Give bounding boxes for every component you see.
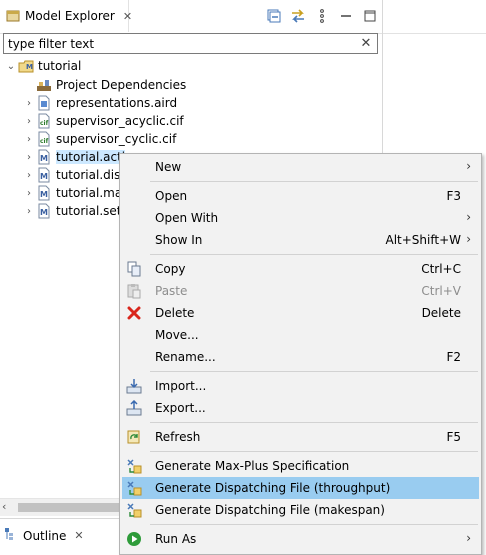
tree-item-label: tutorial [38, 59, 82, 73]
clear-filter-icon[interactable]: ✕ [358, 36, 374, 51]
menu-item-export[interactable]: Export... [122, 397, 479, 419]
menu-item-show-in[interactable]: Show In Alt+Shift+W › [122, 229, 479, 251]
generate-icon [126, 480, 142, 496]
model-file-icon: M [36, 167, 52, 183]
menu-item-copy[interactable]: Copy Ctrl+C [122, 258, 479, 280]
chevron-right-icon[interactable]: › [22, 206, 36, 217]
tree-item-representations[interactable]: › representations.aird [22, 94, 177, 112]
cif-file-icon: cif [36, 113, 52, 129]
model-explorer-view-header: Model Explorer ✕ [0, 0, 382, 34]
tree-item-tutorial-machine[interactable]: › M tutorial.mac [22, 184, 129, 202]
collapse-all-icon[interactable] [262, 8, 286, 24]
chevron-right-icon[interactable]: › [22, 116, 36, 127]
model-explorer-tab[interactable]: Model Explorer ✕ [0, 0, 132, 32]
export-icon [126, 399, 142, 416]
model-explorer-icon [6, 9, 20, 23]
tree-item-tutorial-activity[interactable]: › M tutorial.acti [22, 148, 126, 166]
menu-separator [150, 422, 478, 423]
chevron-right-icon[interactable]: › [22, 188, 36, 199]
svg-text:cif: cif [40, 138, 49, 145]
link-with-editor-icon[interactable] [286, 8, 310, 24]
tree-item-label: representations.aird [56, 96, 178, 110]
close-icon[interactable]: ✕ [74, 529, 83, 542]
menu-separator [150, 451, 478, 452]
chevron-right-icon[interactable]: › [22, 98, 36, 109]
menu-separator [150, 371, 478, 372]
maximize-icon[interactable] [358, 8, 382, 24]
cif-file-icon: cif [36, 131, 52, 147]
view-toolbar [262, 8, 382, 24]
refresh-icon [126, 429, 142, 445]
submenu-arrow-icon: › [466, 232, 471, 246]
copy-icon [126, 261, 142, 277]
chevron-right-icon[interactable]: › [22, 170, 36, 181]
tree-item-supervisor-acyclic[interactable]: › cif supervisor_acyclic.cif [22, 112, 184, 130]
scroll-left-icon[interactable]: ‹ [2, 500, 6, 513]
svg-text:M: M [26, 63, 33, 71]
svg-text:cif: cif [40, 120, 49, 127]
minimize-icon[interactable] [334, 8, 358, 24]
model-file-icon: M [36, 149, 52, 165]
menu-separator [150, 254, 478, 255]
tree-item-tutorial-settings[interactable]: › M tutorial.sett [22, 202, 126, 220]
submenu-arrow-icon: › [466, 210, 471, 224]
tree-item-label: tutorial.disp [56, 168, 128, 182]
menu-item-run-as[interactable]: Run As › [122, 528, 479, 550]
tree-item-project-dependencies[interactable]: Project Dependencies [22, 76, 186, 94]
menu-separator [150, 181, 478, 182]
menu-item-generate-dispatching-makespan[interactable]: Generate Dispatching File (makespan) [122, 499, 479, 521]
outline-tab[interactable]: Outline ✕ [4, 527, 84, 544]
svg-text:M: M [40, 190, 48, 199]
menu-item-refresh[interactable]: Refresh F5 [122, 426, 479, 448]
tree-item-label: tutorial.acti [56, 150, 126, 164]
paste-icon [126, 283, 142, 299]
tree-item-label: supervisor_acyclic.cif [56, 114, 184, 128]
menu-item-paste[interactable]: Paste Ctrl+V [122, 280, 479, 302]
project-icon: M [18, 58, 34, 74]
generate-icon [126, 458, 142, 474]
tree-item-label: supervisor_cyclic.cif [56, 132, 177, 146]
tree-item-supervisor-cyclic[interactable]: › cif supervisor_cyclic.cif [22, 130, 176, 148]
dependencies-icon [36, 77, 52, 93]
menu-item-open[interactable]: Open F3 [122, 185, 479, 207]
expand-chevron-icon[interactable]: ⌄ [4, 61, 18, 72]
tree-root-tutorial[interactable]: ⌄ M tutorial [4, 57, 82, 75]
svg-text:M: M [40, 154, 48, 163]
filter-input[interactable] [4, 36, 358, 51]
model-file-icon: M [36, 185, 52, 201]
submenu-arrow-icon: › [466, 159, 471, 173]
chevron-right-icon[interactable]: › [22, 134, 36, 145]
aird-file-icon [36, 95, 52, 111]
svg-text:M: M [40, 172, 48, 181]
menu-separator [150, 524, 478, 525]
menu-item-new[interactable]: New › [122, 156, 479, 178]
model-file-icon: M [36, 203, 52, 219]
import-icon [126, 378, 142, 394]
menu-item-import[interactable]: Import... [122, 375, 479, 397]
tree-item-label: Project Dependencies [56, 78, 187, 92]
menu-item-rename[interactable]: Rename... F2 [122, 346, 479, 368]
generate-icon [126, 502, 142, 518]
close-icon[interactable]: ✕ [123, 10, 132, 23]
delete-icon [126, 305, 142, 321]
menu-item-delete[interactable]: Delete Delete [122, 302, 479, 324]
outline-icon [4, 527, 18, 544]
view-title: Model Explorer [25, 9, 115, 23]
filter-box: ✕ [3, 33, 378, 54]
tree-item-label: tutorial.sett [56, 204, 127, 218]
menu-item-open-with[interactable]: Open With › [122, 207, 479, 229]
tree-item-tutorial-dispatching[interactable]: › M tutorial.disp [22, 166, 128, 184]
menu-item-generate-dispatching-throughput[interactable]: Generate Dispatching File (throughput) [122, 477, 479, 499]
submenu-arrow-icon: › [466, 531, 471, 545]
menu-item-generate-max-plus[interactable]: Generate Max-Plus Specification [122, 455, 479, 477]
run-icon [126, 531, 142, 547]
chevron-right-icon[interactable]: › [22, 152, 36, 163]
svg-text:M: M [40, 208, 48, 217]
outline-title: Outline [23, 528, 67, 543]
view-menu-icon[interactable] [310, 8, 334, 24]
context-menu: New › Open F3 Open With › Show In Alt+Sh… [119, 153, 482, 555]
menu-item-move[interactable]: Move... [122, 324, 479, 346]
tree-item-label: tutorial.mac [56, 186, 129, 200]
